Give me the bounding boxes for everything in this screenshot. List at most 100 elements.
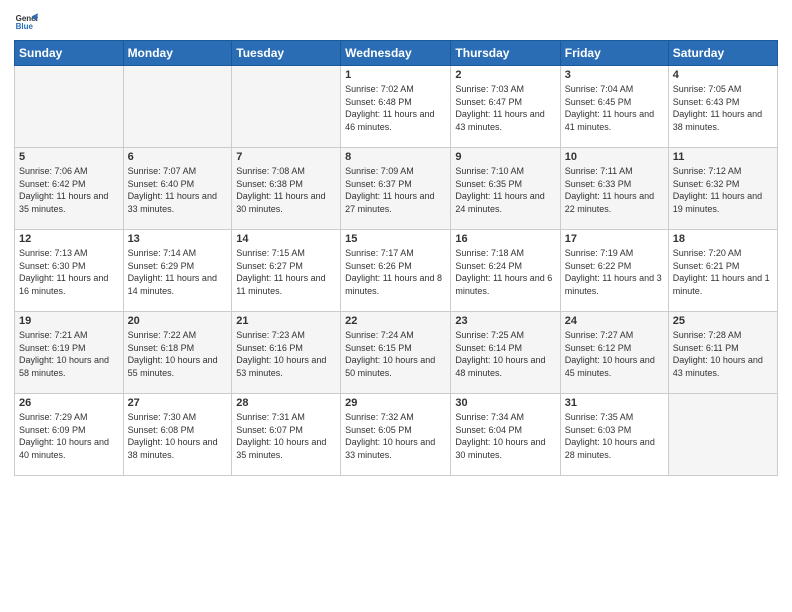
day-number: 25 xyxy=(673,315,773,327)
day-info: Sunrise: 7:11 AM Sunset: 6:33 PM Dayligh… xyxy=(565,165,664,215)
day-info: Sunrise: 7:03 AM Sunset: 6:47 PM Dayligh… xyxy=(455,83,555,133)
calendar-header-row: SundayMondayTuesdayWednesdayThursdayFrid… xyxy=(15,41,778,66)
calendar-cell: 14 Sunrise: 7:15 AM Sunset: 6:27 PM Dayli… xyxy=(232,230,341,312)
day-number: 3 xyxy=(565,69,664,81)
calendar-cell: 30 Sunrise: 7:34 AM Sunset: 6:04 PM Dayli… xyxy=(451,394,560,476)
day-info: Sunrise: 7:23 AM Sunset: 6:16 PM Dayligh… xyxy=(236,329,336,379)
day-number: 18 xyxy=(673,233,773,245)
day-header-wednesday: Wednesday xyxy=(341,41,451,66)
calendar-cell: 26Sunrise: 7:29 AM Sunset: 6:09 PM Dayli… xyxy=(15,394,124,476)
day-info: Sunrise: 7:27 AM Sunset: 6:12 PM Dayligh… xyxy=(565,329,664,379)
day-header-tuesday: Tuesday xyxy=(232,41,341,66)
calendar-cell: 16 Sunrise: 7:18 AM Sunset: 6:24 PM Dayli… xyxy=(451,230,560,312)
day-number: 26 xyxy=(19,397,119,409)
calendar-cell: 6Sunrise: 7:07 AM Sunset: 6:40 PM Daylig… xyxy=(123,148,232,230)
day-info: Sunrise: 7:35 AM Sunset: 6:03 PM Dayligh… xyxy=(565,411,664,461)
calendar-cell: 31 Sunrise: 7:35 AM Sunset: 6:03 PM Dayli… xyxy=(560,394,668,476)
calendar-cell xyxy=(232,66,341,148)
day-info: Sunrise: 7:17 AM Sunset: 6:26 PM Dayligh… xyxy=(345,247,446,297)
day-info: Sunrise: 7:28 AM Sunset: 6:11 PM Dayligh… xyxy=(673,329,773,379)
day-info: Sunrise: 7:10 AM Sunset: 6:35 PM Dayligh… xyxy=(455,165,555,215)
calendar-cell: 3 Sunrise: 7:04 AM Sunset: 6:45 PM Daylig… xyxy=(560,66,668,148)
logo: General Blue xyxy=(14,10,42,34)
calendar-cell xyxy=(15,66,124,148)
day-number: 10 xyxy=(565,151,664,163)
day-info: Sunrise: 7:32 AM Sunset: 6:05 PM Dayligh… xyxy=(345,411,446,461)
day-info: Sunrise: 7:07 AM Sunset: 6:40 PM Dayligh… xyxy=(128,165,228,215)
calendar-week-row: 1 Sunrise: 7:02 AM Sunset: 6:48 PM Daylig… xyxy=(15,66,778,148)
day-number: 14 xyxy=(236,233,336,245)
calendar-cell: 1 Sunrise: 7:02 AM Sunset: 6:48 PM Daylig… xyxy=(341,66,451,148)
day-info: Sunrise: 7:22 AM Sunset: 6:18 PM Dayligh… xyxy=(128,329,228,379)
calendar-cell: 13 Sunrise: 7:14 AM Sunset: 6:29 PM Dayli… xyxy=(123,230,232,312)
day-info: Sunrise: 7:13 AM Sunset: 6:30 PM Dayligh… xyxy=(19,247,119,297)
day-number: 16 xyxy=(455,233,555,245)
calendar-cell: 12 Sunrise: 7:13 AM Sunset: 6:30 PM Dayli… xyxy=(15,230,124,312)
day-info: Sunrise: 7:19 AM Sunset: 6:22 PM Dayligh… xyxy=(565,247,664,297)
calendar-cell: 27Sunrise: 7:30 AM Sunset: 6:08 PM Dayli… xyxy=(123,394,232,476)
day-number: 21 xyxy=(236,315,336,327)
day-number: 11 xyxy=(673,151,773,163)
day-info: Sunrise: 7:04 AM Sunset: 6:45 PM Dayligh… xyxy=(565,83,664,133)
calendar-cell: 10 Sunrise: 7:11 AM Sunset: 6:33 PM Dayli… xyxy=(560,148,668,230)
calendar-table: SundayMondayTuesdayWednesdayThursdayFrid… xyxy=(14,40,778,476)
calendar-cell: 22 Sunrise: 7:24 AM Sunset: 6:15 PM Dayli… xyxy=(341,312,451,394)
day-number: 30 xyxy=(455,397,555,409)
page-container: General Blue SundayMondayTuesdayWednesda… xyxy=(0,0,792,484)
day-info: Sunrise: 7:08 AM Sunset: 6:38 PM Dayligh… xyxy=(236,165,336,215)
day-header-saturday: Saturday xyxy=(668,41,777,66)
calendar-week-row: 19 Sunrise: 7:21 AM Sunset: 6:19 PM Dayli… xyxy=(15,312,778,394)
calendar-cell: 25 Sunrise: 7:28 AM Sunset: 6:11 PM Dayli… xyxy=(668,312,777,394)
day-number: 29 xyxy=(345,397,446,409)
day-number: 31 xyxy=(565,397,664,409)
day-info: Sunrise: 7:14 AM Sunset: 6:29 PM Dayligh… xyxy=(128,247,228,297)
day-header-monday: Monday xyxy=(123,41,232,66)
calendar-cell: 15 Sunrise: 7:17 AM Sunset: 6:26 PM Dayli… xyxy=(341,230,451,312)
day-info: Sunrise: 7:12 AM Sunset: 6:32 PM Dayligh… xyxy=(673,165,773,215)
day-info: Sunrise: 7:25 AM Sunset: 6:14 PM Dayligh… xyxy=(455,329,555,379)
day-number: 28 xyxy=(236,397,336,409)
day-info: Sunrise: 7:31 AM Sunset: 6:07 PM Dayligh… xyxy=(236,411,336,461)
calendar-cell: 11 Sunrise: 7:12 AM Sunset: 6:32 PM Dayli… xyxy=(668,148,777,230)
day-number: 12 xyxy=(19,233,119,245)
calendar-cell: 4Sunrise: 7:05 AM Sunset: 6:43 PM Daylig… xyxy=(668,66,777,148)
calendar-week-row: 5 Sunrise: 7:06 AM Sunset: 6:42 PM Daylig… xyxy=(15,148,778,230)
day-info: Sunrise: 7:34 AM Sunset: 6:04 PM Dayligh… xyxy=(455,411,555,461)
day-header-thursday: Thursday xyxy=(451,41,560,66)
day-info: Sunrise: 7:15 AM Sunset: 6:27 PM Dayligh… xyxy=(236,247,336,297)
day-info: Sunrise: 7:30 AM Sunset: 6:08 PM Dayligh… xyxy=(128,411,228,461)
day-info: Sunrise: 7:02 AM Sunset: 6:48 PM Dayligh… xyxy=(345,83,446,133)
day-number: 19 xyxy=(19,315,119,327)
calendar-cell: 9 Sunrise: 7:10 AM Sunset: 6:35 PM Daylig… xyxy=(451,148,560,230)
svg-text:Blue: Blue xyxy=(16,22,34,31)
day-number: 9 xyxy=(455,151,555,163)
day-header-sunday: Sunday xyxy=(15,41,124,66)
day-number: 1 xyxy=(345,69,446,81)
calendar-cell: 24 Sunrise: 7:27 AM Sunset: 6:12 PM Dayli… xyxy=(560,312,668,394)
day-info: Sunrise: 7:18 AM Sunset: 6:24 PM Dayligh… xyxy=(455,247,555,297)
day-number: 8 xyxy=(345,151,446,163)
calendar-week-row: 26Sunrise: 7:29 AM Sunset: 6:09 PM Dayli… xyxy=(15,394,778,476)
calendar-cell: 20Sunrise: 7:22 AM Sunset: 6:18 PM Dayli… xyxy=(123,312,232,394)
day-number: 17 xyxy=(565,233,664,245)
day-number: 23 xyxy=(455,315,555,327)
day-number: 2 xyxy=(455,69,555,81)
day-info: Sunrise: 7:06 AM Sunset: 6:42 PM Dayligh… xyxy=(19,165,119,215)
day-info: Sunrise: 7:20 AM Sunset: 6:21 PM Dayligh… xyxy=(673,247,773,297)
day-number: 13 xyxy=(128,233,228,245)
day-number: 22 xyxy=(345,315,446,327)
day-number: 15 xyxy=(345,233,446,245)
header: General Blue xyxy=(14,10,778,34)
day-info: Sunrise: 7:21 AM Sunset: 6:19 PM Dayligh… xyxy=(19,329,119,379)
logo-icon: General Blue xyxy=(14,10,38,34)
day-number: 5 xyxy=(19,151,119,163)
day-info: Sunrise: 7:05 AM Sunset: 6:43 PM Dayligh… xyxy=(673,83,773,133)
day-info: Sunrise: 7:24 AM Sunset: 6:15 PM Dayligh… xyxy=(345,329,446,379)
calendar-cell: 19 Sunrise: 7:21 AM Sunset: 6:19 PM Dayli… xyxy=(15,312,124,394)
calendar-cell: 5 Sunrise: 7:06 AM Sunset: 6:42 PM Daylig… xyxy=(15,148,124,230)
day-info: Sunrise: 7:09 AM Sunset: 6:37 PM Dayligh… xyxy=(345,165,446,215)
calendar-cell: 23 Sunrise: 7:25 AM Sunset: 6:14 PM Dayli… xyxy=(451,312,560,394)
day-number: 24 xyxy=(565,315,664,327)
day-header-friday: Friday xyxy=(560,41,668,66)
calendar-cell: 7Sunrise: 7:08 AM Sunset: 6:38 PM Daylig… xyxy=(232,148,341,230)
